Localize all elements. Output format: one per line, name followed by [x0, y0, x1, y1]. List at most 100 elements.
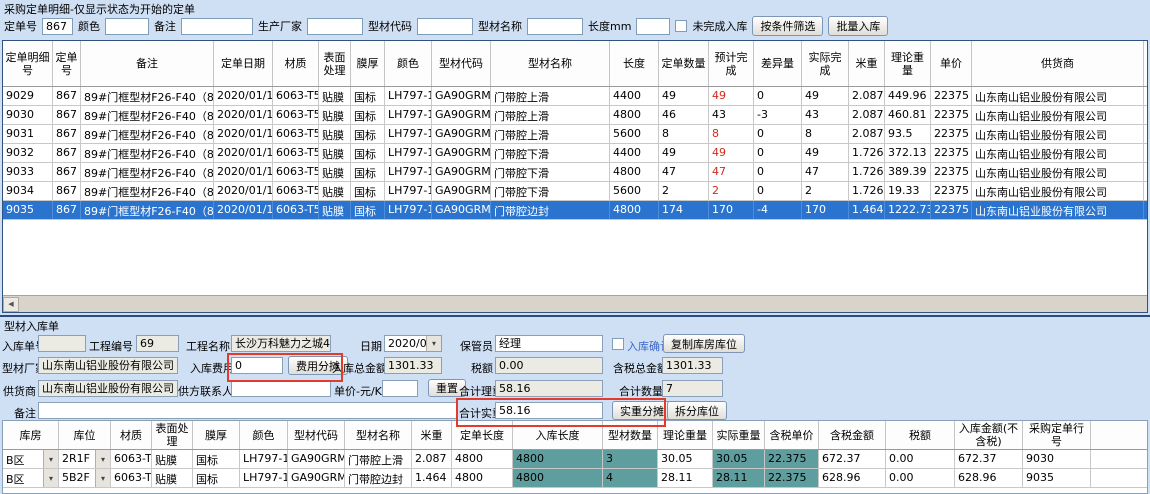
order-no-input[interactable]: 867 — [42, 18, 73, 35]
scroll-left-icon[interactable]: ◀ — [3, 297, 19, 312]
column-header[interactable]: 差异量 — [754, 41, 802, 86]
column-header[interactable]: 实际重量 — [713, 421, 765, 449]
note-input[interactable] — [38, 402, 458, 419]
project-no-input[interactable]: 69 — [136, 335, 179, 352]
table-row[interactable]: 903386789#门框型材F26-F40（866+867）2020/01/13… — [3, 163, 1147, 182]
table-cell: LH797-1LL0 — [385, 144, 432, 162]
theory-weight-input[interactable]: 58.16 — [495, 380, 603, 397]
factory-input[interactable]: 山东南山铝业股份有限公司 — [38, 357, 178, 374]
table-row[interactable]: B区▾5B2F▾6063-T5贴膜国标LH797-1LL0GA90GRM05门带… — [3, 469, 1147, 488]
length-label: 长度mm — [588, 18, 631, 34]
manufacturer-input[interactable] — [307, 18, 363, 35]
column-header[interactable]: 定单明细号 — [3, 41, 53, 86]
filter-by-condition-button[interactable]: 按条件筛选 — [752, 16, 823, 36]
table-cell: 449.96 — [885, 87, 931, 105]
column-header[interactable]: 型材代码 — [432, 41, 491, 86]
column-header[interactable]: 税额 — [886, 421, 955, 449]
tax-input[interactable]: 0.00 — [495, 357, 603, 374]
column-header[interactable]: 长度 — [610, 41, 659, 86]
column-header[interactable]: 材质 — [111, 421, 152, 449]
column-header[interactable]: 表面处理 — [319, 41, 351, 86]
column-header[interactable]: 材质 — [273, 41, 319, 86]
column-header[interactable]: 供货商 — [972, 41, 1144, 86]
column-header[interactable]: 实际完成 — [802, 41, 849, 86]
batch-stock-in-button[interactable]: 批量入库 — [828, 16, 888, 36]
column-header[interactable]: 库房 — [3, 421, 59, 449]
table-row[interactable]: 903086789#门框型材F26-F40（866+867）2020/01/13… — [3, 106, 1147, 125]
table-cell: 47 — [802, 163, 849, 181]
column-header[interactable]: 定单数量 — [659, 41, 709, 86]
column-header[interactable]: 备注 — [81, 41, 214, 86]
receipt-no-input[interactable] — [38, 335, 86, 352]
table-row[interactable]: 903486789#门框型材F26-F40（866+867）2020/01/13… — [3, 182, 1147, 201]
table-cell: 山东南山铝业股份有限公司 — [972, 125, 1144, 143]
dropdown-arrow-icon[interactable]: ▾ — [43, 450, 58, 468]
column-header[interactable]: 膜厚 — [193, 421, 240, 449]
column-header[interactable]: 预计完成 — [709, 41, 754, 86]
length-input[interactable] — [636, 18, 670, 35]
supplier-input[interactable]: 山东南山铝业股份有限公司 — [38, 380, 178, 397]
table-cell: 49 — [709, 144, 754, 162]
table-cell: B区 — [3, 450, 43, 468]
date-input[interactable]: 2020/03/31▾ — [384, 335, 442, 352]
table-row[interactable]: 902986789#门框型材F26-F40（866+867）2020/01/13… — [3, 87, 1147, 106]
table-cell: GA90GRM04 — [432, 182, 491, 200]
table-row[interactable]: B区▾2R1F▾6063-T5贴膜国标LH797-1LL0GA90GRM03门带… — [3, 450, 1147, 469]
column-header[interactable]: 单价 — [931, 41, 972, 86]
column-header[interactable]: 型材代码 — [288, 421, 345, 449]
dropdown-arrow-icon[interactable]: ▾ — [43, 469, 58, 487]
column-header[interactable]: 定单长度 — [452, 421, 513, 449]
column-header[interactable]: 含税单价 — [765, 421, 819, 449]
supplier-contact-input[interactable] — [231, 380, 331, 397]
remark-input[interactable] — [181, 18, 253, 35]
color-input[interactable] — [105, 18, 149, 35]
actual-weight-input[interactable]: 58.16 — [495, 402, 603, 419]
column-header[interactable]: 入库长度 — [513, 421, 603, 449]
horizontal-scrollbar[interactable]: ◀ — [3, 295, 1147, 312]
table-cell: 2020/01/13 — [214, 144, 273, 162]
column-header[interactable]: 型材数量 — [603, 421, 658, 449]
column-header[interactable]: 定单日期 — [214, 41, 273, 86]
column-header[interactable]: 定单号 — [53, 41, 81, 86]
total-amount-input[interactable]: 1301.33 — [384, 357, 442, 374]
column-header[interactable]: 采购定单行号 — [1023, 421, 1091, 449]
column-header[interactable]: 入库金额(不含税) — [955, 421, 1023, 449]
dropdown-arrow-icon[interactable]: ▾ — [95, 450, 110, 468]
dropdown-arrow-icon[interactable]: ▾ — [95, 469, 110, 487]
project-name-input[interactable]: 长沙万科魅力之城4.2期 — [231, 335, 331, 352]
column-header[interactable]: 颜色 — [385, 41, 432, 86]
column-header[interactable]: 米重 — [412, 421, 452, 449]
table-cell: LH797-1LL0 — [240, 450, 288, 468]
unit-price-input[interactable] — [382, 380, 418, 397]
column-header[interactable]: 含税金额 — [819, 421, 886, 449]
column-header[interactable]: 理论重量 — [885, 41, 931, 86]
column-header[interactable]: 颜色 — [240, 421, 288, 449]
table-row[interactable]: 903286789#门框型材F26-F40（866+867）2020/01/13… — [3, 144, 1147, 163]
keeper-input[interactable]: 经理 — [495, 335, 603, 352]
column-header[interactable]: 理论重量 — [658, 421, 713, 449]
column-header[interactable]: 型材名称 — [345, 421, 412, 449]
calendar-dropdown-icon[interactable]: ▾ — [426, 336, 441, 351]
column-header[interactable]: 膜厚 — [351, 41, 385, 86]
table-cell: 5600 — [610, 125, 659, 143]
column-header[interactable]: 型材名称 — [491, 41, 610, 86]
unfinished-checkbox[interactable] — [675, 20, 687, 32]
total-qty-input[interactable]: 7 — [662, 380, 723, 397]
column-header[interactable]: 米重 — [849, 41, 885, 86]
tax-total-input[interactable]: 1301.33 — [662, 357, 723, 374]
table-cell: 门带腔下滑 — [491, 182, 610, 200]
actual-weight-share-button[interactable]: 实重分摊 — [612, 401, 672, 420]
column-header[interactable]: 表面处理 — [152, 421, 193, 449]
table-row[interactable]: 903186789#门框型材F26-F40（866+867）2020/01/13… — [3, 125, 1147, 144]
table-cell: 2.087 — [849, 87, 885, 105]
table-cell — [1091, 450, 1148, 468]
profile-code-input[interactable] — [417, 18, 473, 35]
table-cell: GA90GRM03 — [432, 106, 491, 124]
table-row[interactable]: 903586789#门框型材F26-F40（866+867）2020/01/13… — [3, 201, 1147, 220]
copy-warehouse-location-button[interactable]: 复制库房库位 — [663, 334, 745, 353]
split-location-button[interactable]: 拆分库位 — [667, 401, 727, 420]
profile-name-input[interactable] — [527, 18, 583, 35]
stock-in-fee-input[interactable]: 0 — [231, 357, 283, 374]
stock-in-confirm-checkbox[interactable] — [612, 338, 624, 350]
column-header[interactable]: 库位 — [59, 421, 111, 449]
